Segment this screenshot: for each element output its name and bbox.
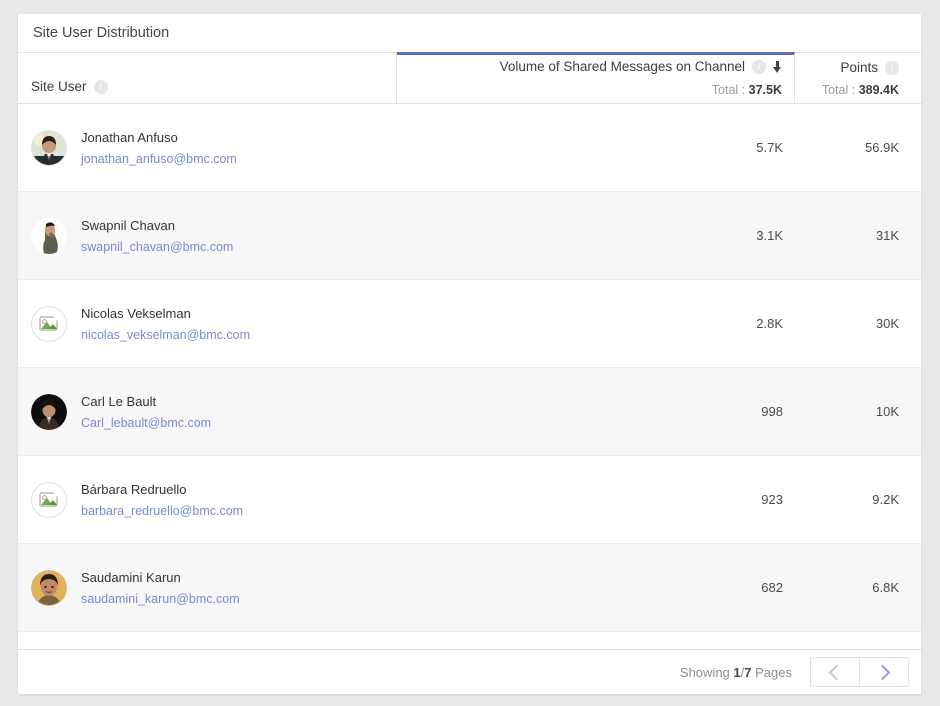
user-email[interactable]: barbara_redruello@bmc.com [81,503,243,520]
user-name: Jonathan Anfuso [81,130,178,146]
user-name: Bárbara Redruello [81,482,187,498]
user-info: Carl Le Bault Carl_lebault@bmc.com [81,391,211,431]
user-info: Bárbara Redruello barbara_redruello@bmc.… [81,479,243,519]
total-value: 389.4K [858,83,899,97]
user-info: Jonathan Anfuso jonathan_anfuso@bmc.com [81,127,237,167]
user-info: Saudamini Karun saudamini_karun@bmc.com [81,567,240,607]
user-name: Carl Le Bault [81,394,157,410]
cell-volume: 2.8K [756,316,783,331]
pager [810,657,909,687]
pages-label: Pages [755,664,792,680]
user-name: Saudamini Karun [81,570,181,586]
avatar-broken-image-icon [31,305,67,342]
cell-site-user: Swapnil Chavan swapnil_chavan@bmc.com [18,192,397,279]
cell-volume: 998 [761,404,783,419]
cell-volume: 682 [761,580,783,595]
column-header-site-user[interactable]: Site User i [18,53,397,103]
info-icon[interactable]: i [93,79,108,94]
avatar-broken-image-icon [31,481,67,518]
cell-points: 56.9K [865,140,899,155]
current-page: 1 [733,664,741,680]
user-name: Swapnil Chavan [81,218,175,234]
cell-points: 30K [875,316,899,331]
user-email[interactable]: saudamini_karun@bmc.com [81,591,240,608]
table-row[interactable]: Carl Le Bault Carl_lebault@bmc.com 998 1… [18,368,921,456]
next-page-button[interactable] [859,658,908,686]
column-header-points[interactable]: Points i Total : 389.4K [795,53,921,103]
table-row[interactable]: Saudamini Karun saudamini_karun@bmc.com … [18,544,921,632]
total-label: Total : [821,83,856,97]
chevron-left-icon [828,664,845,680]
avatar [31,569,67,606]
avatar [31,217,67,254]
total-pages: 7 [744,664,752,680]
table-row[interactable]: Bárbara Redruello barbara_redruello@bmc.… [18,456,921,544]
cell-site-user: Nicolas Vekselman nicolas_vekselman@bmc.… [18,280,397,367]
column-total-volume: Total : 37.5K [712,83,782,97]
column-header-volume[interactable]: Volume of Shared Messages on Channel i T… [397,52,795,103]
user-info: Swapnil Chavan swapnil_chavan@bmc.com [81,215,233,255]
page-title: Site User Distribution [33,25,170,41]
table-row[interactable]: Jonathan Anfuso jonathan_anfuso@bmc.com … [18,104,921,192]
table-row[interactable]: Swapnil Chavan swapnil_chavan@bmc.com 3.… [18,192,921,280]
cell-site-user: Bárbara Redruello barbara_redruello@bmc.… [18,456,397,543]
chevron-right-icon [874,664,891,680]
user-info: Nicolas Vekselman nicolas_vekselman@bmc.… [81,303,250,343]
cell-points: 31K [875,228,899,243]
total-label: Total : [711,83,746,97]
avatar [31,129,67,166]
column-header-site-user-label: Site User [31,79,87,94]
cell-site-user: Jonathan Anfuso jonathan_anfuso@bmc.com [18,104,397,191]
avatar [31,393,67,430]
user-email[interactable]: swapnil_chavan@bmc.com [81,239,233,256]
cell-volume: 3.1K [756,228,783,243]
info-icon[interactable]: i [752,59,766,74]
cell-volume: 5.7K [756,140,783,155]
prev-page-button[interactable] [811,658,859,686]
cell-site-user: Saudamini Karun saudamini_karun@bmc.com [18,544,397,631]
pagination-bar: Showing 1/7 Pages [18,649,921,694]
showing-label: Showing [679,664,730,680]
cell-volume: 923 [761,492,783,507]
cell-points: 10K [875,404,899,419]
column-header-volume-label: Volume of Shared Messages on Channel [499,59,745,74]
user-email[interactable]: Carl_lebault@bmc.com [81,415,211,432]
cell-points: 6.8K [872,580,899,595]
user-email[interactable]: jonathan_anfuso@bmc.com [81,151,237,168]
table-row[interactable] [18,632,921,649]
site-user-distribution-card: Site User Distribution Site User i Volum… [18,14,921,694]
table-row[interactable]: Nicolas Vekselman nicolas_vekselman@bmc.… [18,280,921,368]
cell-site-user: Carl Le Bault Carl_lebault@bmc.com [18,368,397,455]
column-header-points-label: Points [840,60,878,75]
sort-descending-arrow-icon[interactable] [773,60,782,73]
user-email[interactable]: nicolas_vekselman@bmc.com [81,327,250,344]
cell-points: 9.2K [872,492,899,507]
column-total-points: Total : 389.4K [822,83,899,97]
table-header-row: Site User i Volume of Shared Messages on… [18,52,921,104]
pagination-status: Showing 1/7 Pages [680,665,792,680]
user-name: Nicolas Vekselman [81,306,191,322]
user-list[interactable]: Jonathan Anfuso jonathan_anfuso@bmc.com … [18,104,921,649]
total-value: 37.5K [748,83,782,97]
info-icon[interactable]: i [885,60,899,75]
